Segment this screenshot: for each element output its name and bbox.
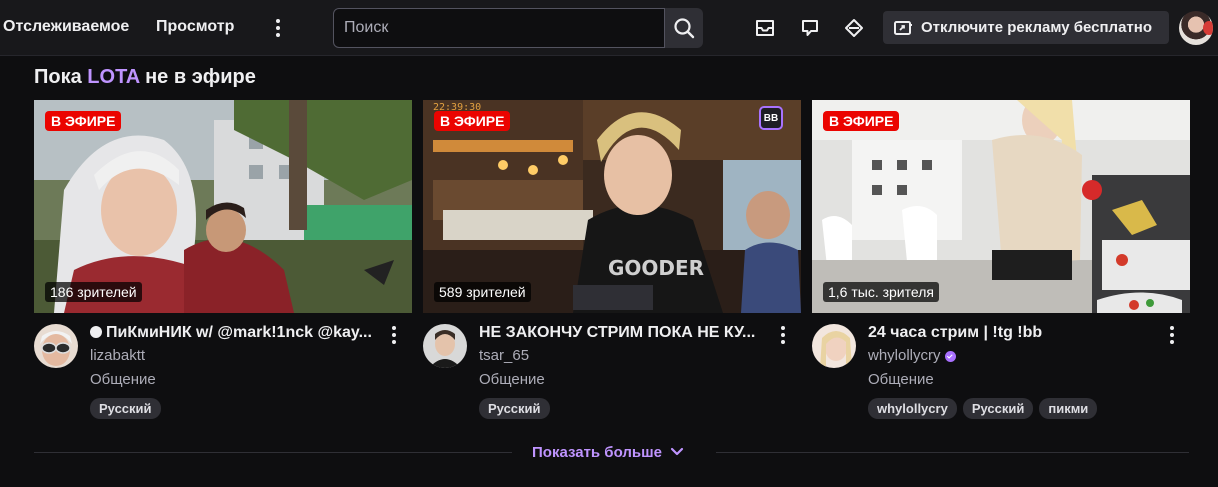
stream-card: В ЭФИРЕ 186 зрителей ПиКмиНИК w/ @mark!1…	[34, 100, 412, 419]
stream-thumbnail[interactable]: В ЭФИРЕ 1,6 тыс. зрителя	[812, 100, 1190, 313]
live-badge: В ЭФИРЕ	[823, 111, 900, 131]
nav-following-link[interactable]: Отслеживаемое	[3, 18, 129, 36]
search-icon	[674, 18, 695, 39]
user-avatar[interactable]	[1179, 11, 1213, 45]
channel-avatar[interactable]	[812, 324, 856, 368]
chevron-down-icon	[670, 447, 684, 456]
stream-title[interactable]: НЕ ЗАКОНЧУ СТРИМ ПОКА НЕ КУ...	[479, 322, 769, 344]
top-nav-bar: Отслеживаемое Просмотр Отключи	[0, 0, 1218, 56]
show-more-button[interactable]: Показать больше	[520, 440, 696, 464]
heading-prefix: Пока	[34, 66, 82, 88]
live-badge: В ЭФИРЕ	[434, 111, 511, 131]
status-dot-icon	[90, 326, 102, 338]
tag-chip[interactable]: whylollycry	[868, 398, 957, 419]
tag-list: Русский	[479, 398, 779, 419]
divider-right	[716, 452, 1189, 453]
live-badge: В ЭФИРЕ	[45, 111, 122, 131]
card-more-options-icon[interactable]	[1164, 325, 1180, 345]
channel-badge: BB	[759, 106, 783, 130]
nav-browse-link[interactable]: Просмотр	[156, 18, 234, 36]
more-options-icon[interactable]	[268, 14, 288, 42]
show-more-label: Показать больше	[532, 443, 662, 461]
ad-free-label: Отключите рекламу бесплатно	[921, 19, 1152, 36]
search-box	[333, 8, 665, 48]
tag-chip[interactable]: Русский	[962, 398, 1034, 419]
verified-icon	[944, 350, 956, 362]
channel-name: tsar_65	[479, 347, 530, 364]
viewer-count: 589 зрителей	[434, 282, 531, 302]
channel-name: whylollycry	[868, 347, 941, 364]
stream-card: GOODER 22:39:30 В ЭФИРЕ BB 589 зрителей …	[423, 100, 801, 419]
prime-loot-button[interactable]	[840, 14, 868, 42]
card-more-options-icon[interactable]	[386, 325, 402, 345]
whispers-button[interactable]	[796, 14, 824, 42]
tag-list: Русский	[90, 398, 390, 419]
svg-text:GOODER: GOODER	[608, 256, 704, 280]
stream-thumbnail[interactable]: GOODER 22:39:30 В ЭФИРЕ BB 589 зрителей	[423, 100, 801, 313]
search-input[interactable]	[334, 9, 664, 47]
stream-thumbnail[interactable]: В ЭФИРЕ 186 зрителей	[34, 100, 412, 313]
stream-info: 24 часа стрим | !tg !bb whylollycry Обще…	[868, 322, 1168, 419]
chat-bubble-icon	[802, 20, 818, 36]
tag-chip[interactable]: Русский	[479, 398, 550, 419]
tag-chip[interactable]: пикми	[1039, 398, 1098, 419]
category-link[interactable]: Общение	[868, 370, 1168, 390]
category-link[interactable]: Общение	[479, 370, 779, 390]
viewer-count: 1,6 тыс. зрителя	[823, 282, 939, 302]
heading-channel-link[interactable]: LOTA	[87, 66, 139, 88]
stream-info: НЕ ЗАКОНЧУ СТРИМ ПОКА НЕ КУ... tsar_65 О…	[479, 322, 779, 419]
stream-title: ПиКмиНИК w/ @mark!1nck @kay...	[106, 324, 372, 341]
channel-avatar[interactable]	[423, 324, 467, 368]
channel-name: lizabaktt	[90, 347, 146, 364]
channel-name-link[interactable]: lizabaktt	[90, 346, 390, 366]
channel-name-link[interactable]: whylollycry	[868, 346, 1168, 366]
stream-card: В ЭФИРЕ 1,6 тыс. зрителя 24 часа стрим |…	[812, 100, 1190, 419]
section-heading: Пока LOTA не в эфире	[34, 66, 256, 89]
inbox-button[interactable]	[751, 14, 779, 42]
inbox-icon	[756, 20, 774, 36]
ad-free-button[interactable]: Отключите рекламу бесплатно	[883, 11, 1169, 44]
stream-info: ПиКмиНИК w/ @mark!1nck @kay... lizabaktt…	[90, 322, 390, 419]
channel-name-link[interactable]: tsar_65	[479, 346, 779, 366]
stream-title-link[interactable]: ПиКмиНИК w/ @mark!1nck @kay...	[90, 322, 380, 344]
tag-list: whylollycry Русский пикми	[868, 398, 1168, 419]
category-link[interactable]: Общение	[90, 370, 390, 390]
heading-suffix: не в эфире	[145, 66, 256, 88]
ad-free-icon	[894, 20, 912, 35]
search-button[interactable]	[665, 8, 703, 48]
card-more-options-icon[interactable]	[775, 325, 791, 345]
channel-avatar[interactable]	[34, 324, 78, 368]
viewer-count: 186 зрителей	[45, 282, 142, 302]
stream-title[interactable]: 24 часа стрим | !tg !bb	[868, 322, 1158, 344]
crown-icon	[845, 19, 863, 37]
tag-chip[interactable]: Русский	[90, 398, 161, 419]
divider-left	[34, 452, 512, 453]
